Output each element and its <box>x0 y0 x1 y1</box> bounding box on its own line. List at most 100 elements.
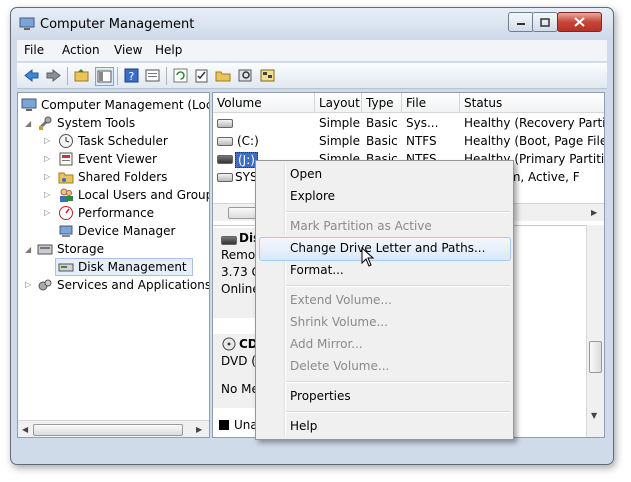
disk-properties-icon[interactable] <box>259 67 276 84</box>
computer-management-icon <box>21 98 37 111</box>
table-row[interactable]: (C:) Simple Basic NTFS Healthy (Boot, Pa… <box>213 133 604 150</box>
menu-item-change-drive-letter[interactable]: Change Drive Letter and Paths... <box>290 238 485 258</box>
menu-item-format[interactable]: Format... <box>290 260 344 280</box>
tree-label: Services and Applications <box>57 278 210 292</box>
up-folder-icon[interactable] <box>73 67 90 84</box>
menu-item-properties[interactable]: Properties <box>290 386 351 406</box>
context-menu: Open Explore Mark Partition as Active Ch… <box>255 160 514 440</box>
disk-management-icon <box>58 263 74 272</box>
shared-folder-icon <box>58 172 74 184</box>
minimize-button[interactable] <box>508 12 534 32</box>
menu-bar: File Action View Help <box>17 40 607 61</box>
scroll-thumb[interactable] <box>33 424 183 436</box>
menu-separator <box>286 211 510 213</box>
menu-item-explore[interactable]: Explore <box>290 186 335 206</box>
tree-item-disk-management[interactable]: Disk Management <box>55 258 193 276</box>
removable-disk-icon <box>221 236 237 245</box>
volume-disk-icon <box>217 137 233 146</box>
scroll-down-icon[interactable]: ▼ <box>591 411 597 420</box>
column-status[interactable]: Status <box>460 93 604 113</box>
close-button[interactable] <box>557 12 602 32</box>
toolbar-separator <box>67 67 68 85</box>
toolbar-separator <box>117 67 118 85</box>
scroll-right-icon[interactable]: ▶ <box>196 425 202 434</box>
tree-label: Task Scheduler <box>78 134 168 148</box>
menu-item-shrink-volume[interactable]: Shrink Volume... <box>290 312 388 332</box>
toolbar: ? <box>17 63 607 89</box>
services-icon <box>38 279 52 291</box>
menu-action[interactable]: Action <box>62 43 100 57</box>
scroll-right-icon[interactable]: ▶ <box>591 208 597 217</box>
back-arrow-icon[interactable] <box>23 67 40 84</box>
column-type[interactable]: Type <box>362 93 402 113</box>
expand-triangle-icon[interactable]: ▷ <box>44 173 52 181</box>
menu-item-extend-volume[interactable]: Extend Volume... <box>290 290 392 310</box>
svg-text:?: ? <box>129 70 135 83</box>
expand-triangle-icon[interactable]: ▷ <box>44 155 52 163</box>
volume-disk-icon <box>217 173 233 182</box>
refresh-icon[interactable] <box>172 67 189 84</box>
tree-label: Local Users and Groups <box>78 188 210 202</box>
disk-1-status: Online <box>221 282 260 296</box>
properties-icon[interactable] <box>144 67 161 84</box>
context-menu-gutter <box>284 163 286 437</box>
scroll-thumb[interactable] <box>589 341 602 373</box>
column-layout[interactable]: Layout <box>315 93 362 113</box>
performance-icon <box>59 206 73 220</box>
mouse-cursor-icon <box>361 247 375 267</box>
volume-disk-icon <box>217 119 233 128</box>
navigation-tree: Computer Management (Local ◢ System Tool… <box>17 92 210 438</box>
menu-help[interactable]: Help <box>155 43 182 57</box>
clock-icon <box>59 134 73 148</box>
menu-file[interactable]: File <box>24 43 44 57</box>
event-viewer-icon <box>59 152 73 166</box>
volume-status: Healthy (Recovery Partitic <box>464 116 605 130</box>
table-row[interactable]: Simple Basic Healthy (Recovery Partitic <box>213 115 604 132</box>
menu-item-help[interactable]: Help <box>290 416 317 436</box>
menu-view[interactable]: View <box>114 43 142 57</box>
storage-icon <box>37 244 53 255</box>
column-volume[interactable]: Volume <box>213 93 315 113</box>
toolbar-separator <box>166 67 167 85</box>
maximize-icon <box>540 17 550 27</box>
tree-label: Device Manager <box>78 224 176 238</box>
menu-item-mark-active[interactable]: Mark Partition as Active <box>290 216 432 236</box>
expand-triangle-icon[interactable]: ▷ <box>44 209 52 217</box>
expand-triangle-icon[interactable]: ▷ <box>44 191 52 199</box>
minimize-icon <box>517 23 525 25</box>
tree-label: Performance <box>78 206 155 220</box>
volume-layout: Simple <box>319 134 360 148</box>
disk-view-vertical-scrollbar[interactable]: ▼ <box>586 225 604 437</box>
forward-arrow-icon[interactable] <box>45 67 62 84</box>
volume-type: Basic <box>366 116 398 130</box>
show-hide-tree-icon[interactable] <box>95 67 114 86</box>
menu-separator <box>286 411 510 413</box>
expand-triangle-icon[interactable]: ▷ <box>25 281 33 289</box>
volume-type: Basic <box>366 134 398 148</box>
open-folder-icon[interactable] <box>215 67 232 84</box>
maximize-button[interactable] <box>532 12 558 32</box>
settings-check-icon[interactable] <box>193 67 210 84</box>
volume-status: Healthy (Boot, Page File, ( <box>464 134 605 148</box>
title-bar[interactable]: Computer Management <box>11 8 613 38</box>
close-icon <box>574 17 585 27</box>
volume-fs: NTFS <box>406 134 437 148</box>
help-icon[interactable]: ? <box>123 67 140 84</box>
tree-horizontal-scrollbar[interactable]: ◀ ▶ <box>18 420 209 437</box>
expand-triangle-icon[interactable]: ▷ <box>44 137 52 145</box>
tree-label: System Tools <box>57 116 136 130</box>
menu-item-delete-volume[interactable]: Delete Volume... <box>290 356 389 376</box>
users-icon <box>60 188 73 202</box>
menu-item-open[interactable]: Open <box>290 164 322 184</box>
find-icon[interactable] <box>237 67 254 84</box>
scroll-left-icon[interactable]: ◀ <box>22 425 28 434</box>
unallocated-swatch <box>219 420 229 430</box>
collapse-triangle-icon[interactable]: ◢ <box>25 120 33 128</box>
collapse-triangle-icon[interactable]: ◢ <box>25 246 33 254</box>
device-manager-icon <box>59 225 73 237</box>
window-title: Computer Management <box>40 17 195 32</box>
volume-layout: Simple <box>319 116 360 130</box>
tree-label: Shared Folders <box>78 170 168 184</box>
menu-item-add-mirror[interactable]: Add Mirror... <box>290 334 363 354</box>
column-file-system[interactable]: File Sys... <box>402 93 460 130</box>
